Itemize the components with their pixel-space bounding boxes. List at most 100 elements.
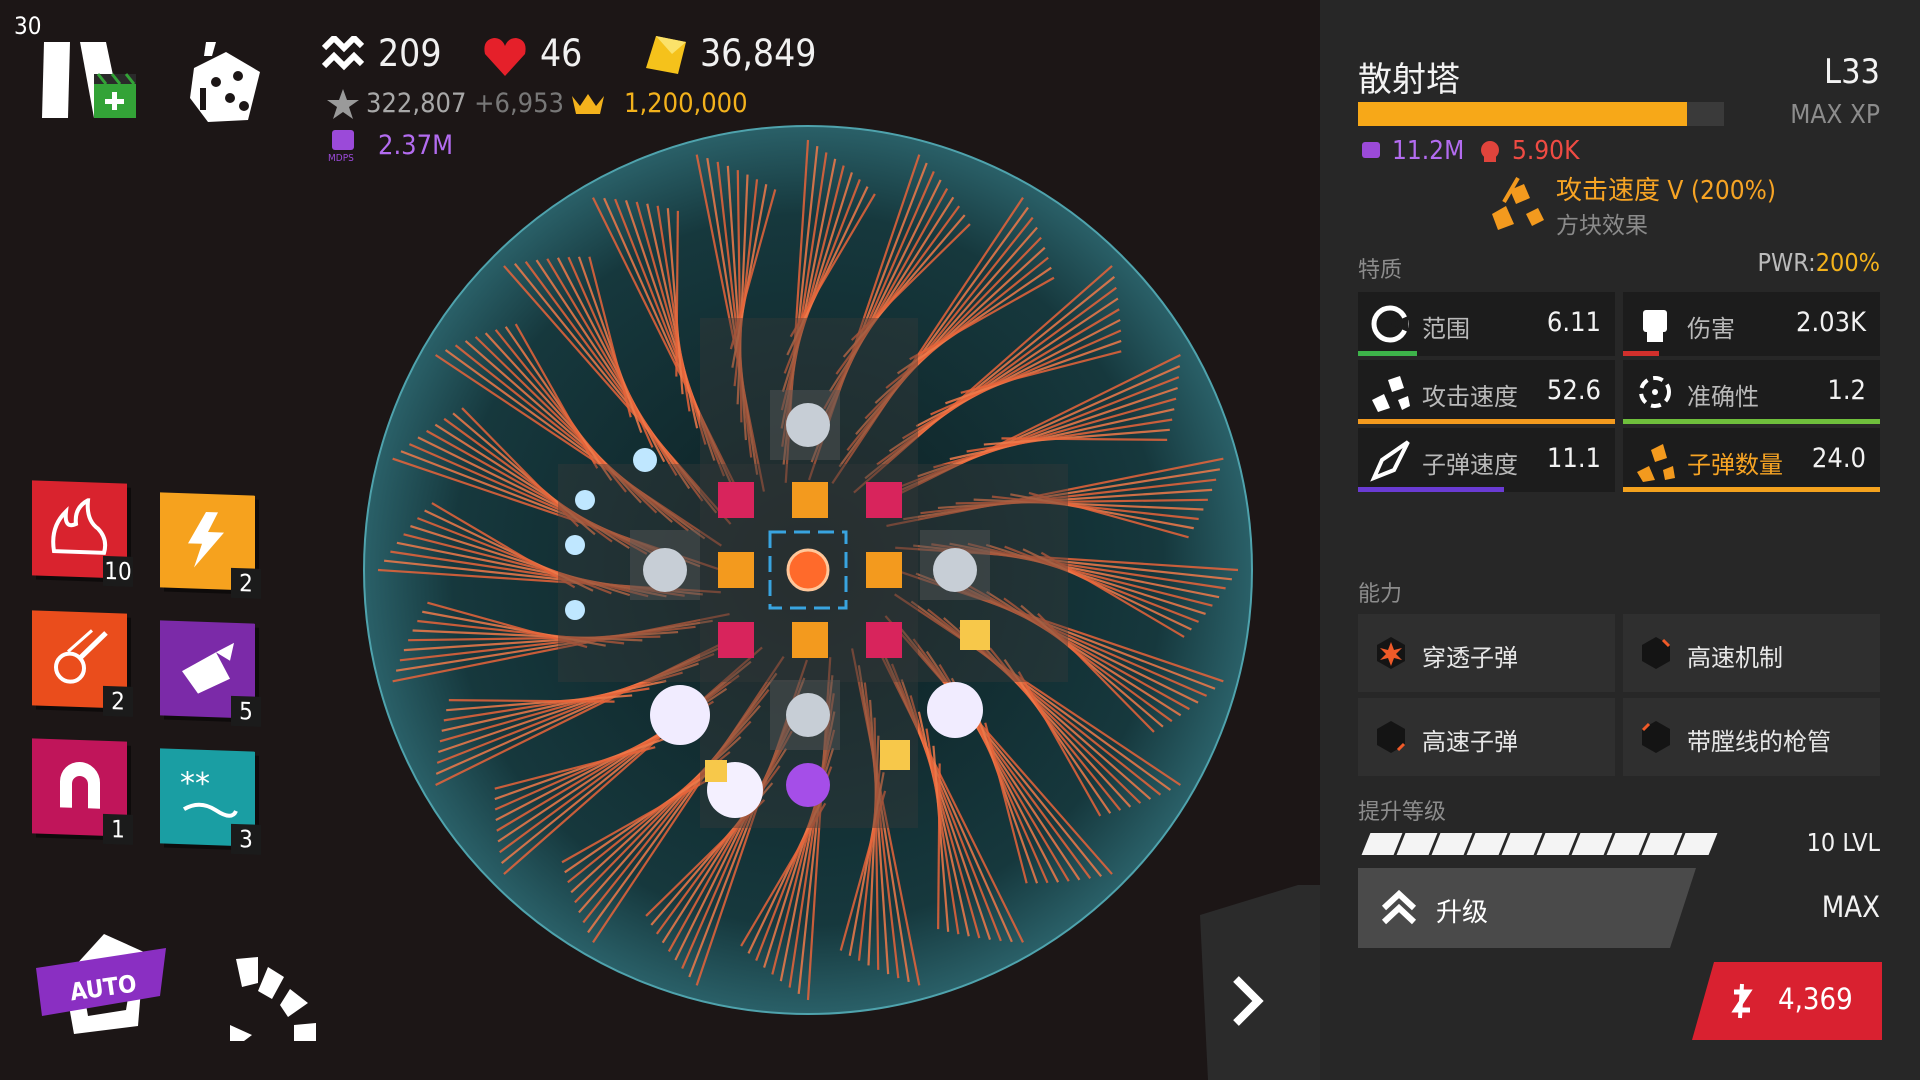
speed-gauge-icon <box>230 957 316 1041</box>
stat-bar <box>1358 487 1505 492</box>
ability-label: 高速机制 <box>1687 644 1783 672</box>
sell-button[interactable]: 4,369 <box>1692 962 1882 1040</box>
skull-icon <box>1481 141 1499 162</box>
stat-bar <box>1358 351 1418 356</box>
stat-value: 52.6 <box>1546 375 1601 406</box>
auto-button[interactable]: AUTO <box>34 930 174 1040</box>
ability-locked-icon <box>1377 721 1406 753</box>
ability-label: 穿透子弹 <box>1422 644 1518 672</box>
ability-count: 2 <box>231 567 261 599</box>
ability-locked-icon <box>1642 637 1671 669</box>
upgrade-level-segment <box>1361 833 1403 855</box>
ability-thunder-button[interactable]: 2 <box>160 492 261 599</box>
ability-active-icon <box>1377 637 1405 669</box>
fist-icon <box>1643 310 1667 342</box>
speed-button[interactable] <box>228 955 318 1043</box>
upgrade-label: 升级 <box>1436 898 1489 928</box>
tower-mdps: 11.2M <box>1392 136 1465 166</box>
buff-name: 攻击速度 V (200%) <box>1556 176 1776 206</box>
stat-value: 2.03K <box>1796 307 1866 338</box>
stat-value: 1.2 <box>1827 375 1866 406</box>
tower-level: L33 <box>1824 52 1880 92</box>
stat-bar <box>1623 419 1880 424</box>
double-chevron-up-icon <box>1381 890 1417 925</box>
wave-count: 209 <box>378 32 442 75</box>
stat-value: 24.0 <box>1811 443 1866 474</box>
stat-label: 伤害 <box>1687 315 1735 343</box>
tower-kills: 5.90K <box>1512 136 1580 166</box>
upgrade-levels-value: 10 LVL <box>1806 828 1880 857</box>
dice-button[interactable] <box>186 38 262 124</box>
upgrade-level-segment <box>1431 833 1473 855</box>
gold-count: 36,849 <box>700 32 817 75</box>
upgrade-level-segment <box>1501 833 1543 855</box>
ability-piercing-bullets[interactable]: 穿透子弹 <box>1358 614 1615 692</box>
video-ad-button[interactable] <box>92 72 140 122</box>
tower-name: 散射塔 <box>1358 60 1460 100</box>
stat-attack-speed: 攻击速度 52.6 <box>1358 360 1615 424</box>
fist-icon <box>1362 142 1380 158</box>
bomb-icon <box>182 642 234 694</box>
ability-meteor-button[interactable]: 2 <box>32 610 133 717</box>
ability-label: 高速子弹 <box>1422 728 1518 756</box>
stat-value: 6.11 <box>1546 307 1601 338</box>
best-score: 1,200,000 <box>624 88 748 119</box>
attack-speed-buff-icon <box>1492 176 1544 230</box>
upgrade-level-segment <box>1536 833 1578 855</box>
snowflake-icon: ** <box>180 766 238 818</box>
stat-bullet-count: 子弹数量 24.0 <box>1623 428 1880 492</box>
crosshair-icon <box>1639 376 1671 408</box>
svg-text:**: ** <box>180 766 210 802</box>
ability-nuke-button[interactable]: 5 <box>160 620 261 727</box>
bullet-trail <box>937 763 941 930</box>
score-value: 322,807 <box>366 88 467 119</box>
meteor-icon <box>54 629 108 684</box>
ability-count: 5 <box>231 695 261 727</box>
upgrade-level-segment <box>1676 833 1718 855</box>
upgrade-max-value: MAX <box>1821 890 1880 924</box>
stat-label: 准确性 <box>1687 383 1759 411</box>
xp-label: MAX XP <box>1790 100 1880 130</box>
ability-high-speed-bullets[interactable]: 高速子弹 <box>1358 698 1615 776</box>
waves-icon <box>322 36 364 71</box>
ability-rifled-barrel[interactable]: 带膛线的枪管 <box>1623 698 1880 776</box>
selected-tower-core[interactable] <box>786 548 830 592</box>
stat-label: 攻击速度 <box>1422 383 1518 411</box>
xp-bar <box>1358 102 1724 126</box>
crown-icon <box>572 94 604 114</box>
stat-bullet-speed: 子弹速度 11.1 <box>1358 428 1615 492</box>
upgrade-level-segment <box>1396 833 1438 855</box>
stat-accuracy: 准确性 1.2 <box>1623 360 1880 424</box>
upgrade-level-segment <box>1571 833 1613 855</box>
pwr-value: 200% <box>1815 248 1880 277</box>
stat-label: 子弹数量 <box>1687 451 1783 479</box>
upgrade-button[interactable]: 升级 <box>1358 868 1696 948</box>
next-panel-button[interactable] <box>1190 885 1320 1080</box>
gold-gem-icon <box>646 36 686 74</box>
fire-icon <box>51 496 108 555</box>
buff-source: 方块效果 <box>1556 213 1648 239</box>
bullet-trail <box>448 699 615 703</box>
stat-value: 11.1 <box>1546 443 1601 474</box>
stat-bar <box>1623 351 1659 356</box>
currency-icon <box>1731 983 1753 1019</box>
ability-high-speed-mechanism[interactable]: 高速机制 <box>1623 614 1880 692</box>
dice-icon <box>190 42 260 122</box>
abilities-heading: 能力 <box>1358 582 1403 607</box>
upgrade-level-segment <box>1606 833 1648 855</box>
stat-damage: 伤害 2.03K <box>1623 292 1880 356</box>
tower-info-panel: 散射塔 L33 MAX XP 11.2M 5.90K 攻击速度 V (200%)… <box>1320 0 1920 1080</box>
magnet-icon <box>60 762 100 809</box>
range-icon <box>1371 305 1409 343</box>
ability-blizzard-button[interactable]: ** 3 <box>160 748 261 855</box>
ability-magnet-button[interactable]: 1 <box>32 738 133 845</box>
tower-range-circle[interactable] <box>360 120 1260 1020</box>
upgrade-levels-heading: 提升等级 <box>1358 800 1447 825</box>
video-ad-icon <box>94 73 136 118</box>
ability-fire-storm-button[interactable]: 10 <box>32 480 133 587</box>
heart-icon <box>484 38 526 76</box>
bullet-trail <box>675 210 679 377</box>
mdps-label: MDPS <box>328 153 354 164</box>
chevron-right-icon <box>1233 976 1264 1026</box>
game-field[interactable]: 30 209 46 36,849 322,807 +6,953 1,200,00… <box>0 0 1320 1080</box>
